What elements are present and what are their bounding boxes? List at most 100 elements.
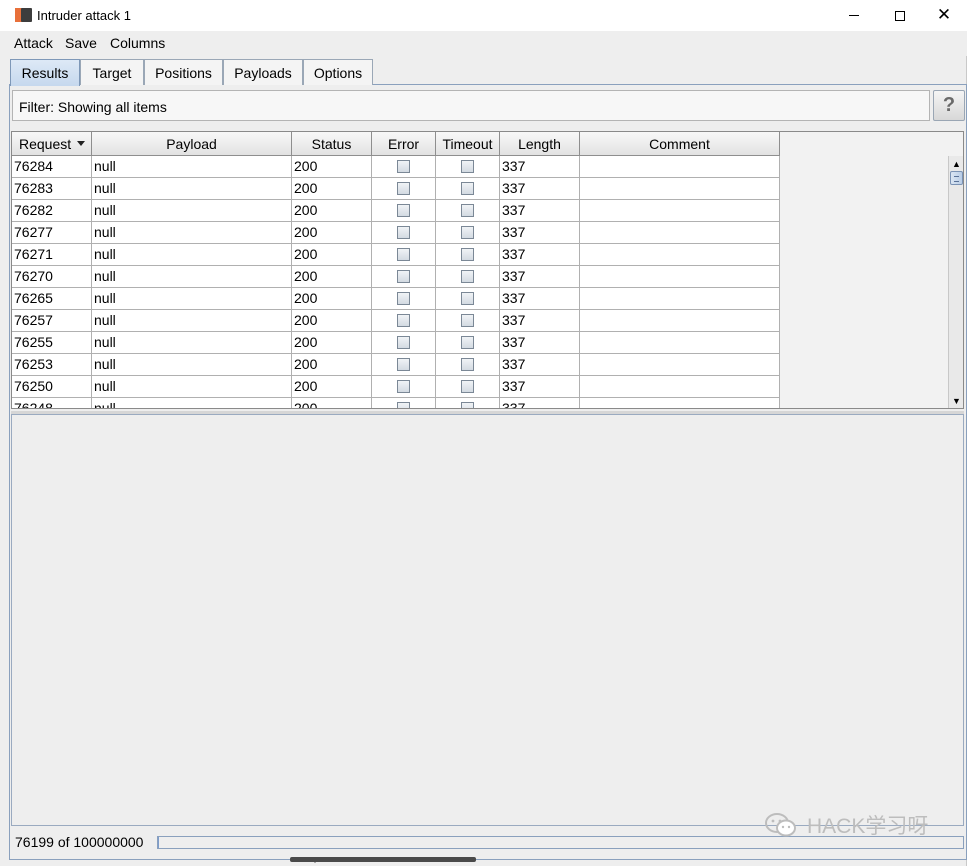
cell-status: 200 (292, 266, 372, 288)
column-timeout[interactable]: Timeout (436, 132, 500, 156)
cell-comment (580, 376, 780, 398)
column-payload[interactable]: Payload (92, 132, 292, 156)
cell-status: 200 (292, 332, 372, 354)
cell-length: 337 (500, 266, 580, 288)
help-button[interactable]: ? (933, 90, 965, 121)
minimize-icon (849, 15, 859, 16)
cell-payload: null (92, 200, 292, 222)
checkbox (461, 226, 474, 239)
table-row[interactable]: 76250 null 200 337 (12, 376, 780, 398)
cell-status: 200 (292, 376, 372, 398)
cell-request: 76257 (12, 310, 92, 332)
checkbox (397, 336, 410, 349)
cell-error (372, 398, 436, 408)
checkbox (461, 204, 474, 217)
cell-request: 76248 (12, 398, 92, 408)
cell-length: 337 (500, 310, 580, 332)
cell-length: 337 (500, 332, 580, 354)
cell-timeout (436, 222, 500, 244)
menu-save[interactable]: Save (65, 35, 97, 51)
table-row[interactable]: 76248 null 200 337 (12, 398, 780, 408)
cell-comment (580, 178, 780, 200)
cell-timeout (436, 178, 500, 200)
cell-timeout (436, 398, 500, 408)
column-request[interactable]: Request (12, 132, 92, 156)
intruder-window: Intruder attack 1 ✕ Attack Save Columns … (0, 0, 967, 866)
cell-request: 76283 (12, 178, 92, 200)
checkbox (397, 226, 410, 239)
table-row[interactable]: 76282 null 200 337 (12, 200, 780, 222)
results-table: Request Payload Status Error Timeout Len… (11, 131, 964, 409)
title-bar: Intruder attack 1 ✕ (0, 0, 967, 31)
tab-payloads[interactable]: Payloads (223, 59, 303, 85)
table-row[interactable]: 76270 null 200 337 (12, 266, 780, 288)
tab-positions[interactable]: Positions (144, 59, 223, 85)
column-request-label: Request (19, 135, 72, 152)
progress-fill (158, 837, 159, 848)
table-scrollbar[interactable]: ▲ ▼ (948, 156, 963, 408)
cell-request: 76271 (12, 244, 92, 266)
cell-comment (580, 200, 780, 222)
watermark-text: HACK学习呀 (807, 815, 929, 838)
checkbox (461, 270, 474, 283)
checkbox (461, 182, 474, 195)
cell-request: 76265 (12, 288, 92, 310)
cell-payload: null (92, 376, 292, 398)
cell-payload: null (92, 398, 292, 408)
checkbox (397, 204, 410, 217)
minimize-button[interactable] (831, 0, 877, 31)
menu-attack[interactable]: Attack (14, 35, 53, 51)
cell-length: 337 (500, 200, 580, 222)
table-row[interactable]: 76277 null 200 337 (12, 222, 780, 244)
column-length[interactable]: Length (500, 132, 580, 156)
cell-length: 337 (500, 244, 580, 266)
table-row[interactable]: 76265 null 200 337 (12, 288, 780, 310)
tab-options[interactable]: Options (303, 59, 373, 85)
caret-down-icon (310, 857, 320, 863)
scroll-down-icon[interactable]: ▼ (949, 393, 963, 408)
filter-bar[interactable]: Filter: Showing all items (12, 90, 930, 121)
checkbox (397, 292, 410, 305)
menu-bar: Attack Save Columns (0, 31, 967, 56)
maximize-button[interactable] (877, 0, 923, 31)
column-error[interactable]: Error (372, 132, 436, 156)
checkbox (461, 248, 474, 261)
column-comment[interactable]: Comment (580, 132, 780, 156)
cell-comment (580, 266, 780, 288)
table-row[interactable]: 76255 null 200 337 (12, 332, 780, 354)
cell-comment (580, 354, 780, 376)
scroll-up-icon[interactable]: ▲ (949, 156, 963, 171)
cell-comment (580, 398, 780, 408)
checkbox (461, 336, 474, 349)
filter-label: Filter: Showing all items (19, 99, 167, 115)
cell-error (372, 310, 436, 332)
scrollbar-thumb[interactable] (950, 171, 963, 185)
cell-payload: null (92, 354, 292, 376)
cell-error (372, 200, 436, 222)
menu-columns[interactable]: Columns (110, 35, 165, 51)
column-status[interactable]: Status (292, 132, 372, 156)
cell-payload: null (92, 222, 292, 244)
tab-target[interactable]: Target (80, 59, 144, 85)
cell-timeout (436, 266, 500, 288)
table-row[interactable]: 76271 null 200 337 (12, 244, 780, 266)
window-title: Intruder attack 1 (37, 8, 131, 23)
cell-error (372, 376, 436, 398)
table-row[interactable]: 76253 null 200 337 (12, 354, 780, 376)
tab-results[interactable]: Results (10, 59, 80, 86)
checkbox (397, 314, 410, 327)
checkbox (397, 160, 410, 173)
cell-length: 337 (500, 354, 580, 376)
cell-payload: null (92, 244, 292, 266)
table-row[interactable]: 76284 null 200 337 (12, 156, 780, 178)
cell-status: 200 (292, 178, 372, 200)
cell-timeout (436, 332, 500, 354)
close-icon: ✕ (936, 5, 952, 25)
table-header: Request Payload Status Error Timeout Len… (12, 132, 792, 156)
cell-status: 200 (292, 354, 372, 376)
close-button[interactable]: ✕ (921, 0, 967, 31)
table-row[interactable]: 76257 null 200 337 (12, 310, 780, 332)
table-row[interactable]: 76283 null 200 337 (12, 178, 780, 200)
cell-payload: null (92, 156, 292, 178)
cell-timeout (436, 354, 500, 376)
